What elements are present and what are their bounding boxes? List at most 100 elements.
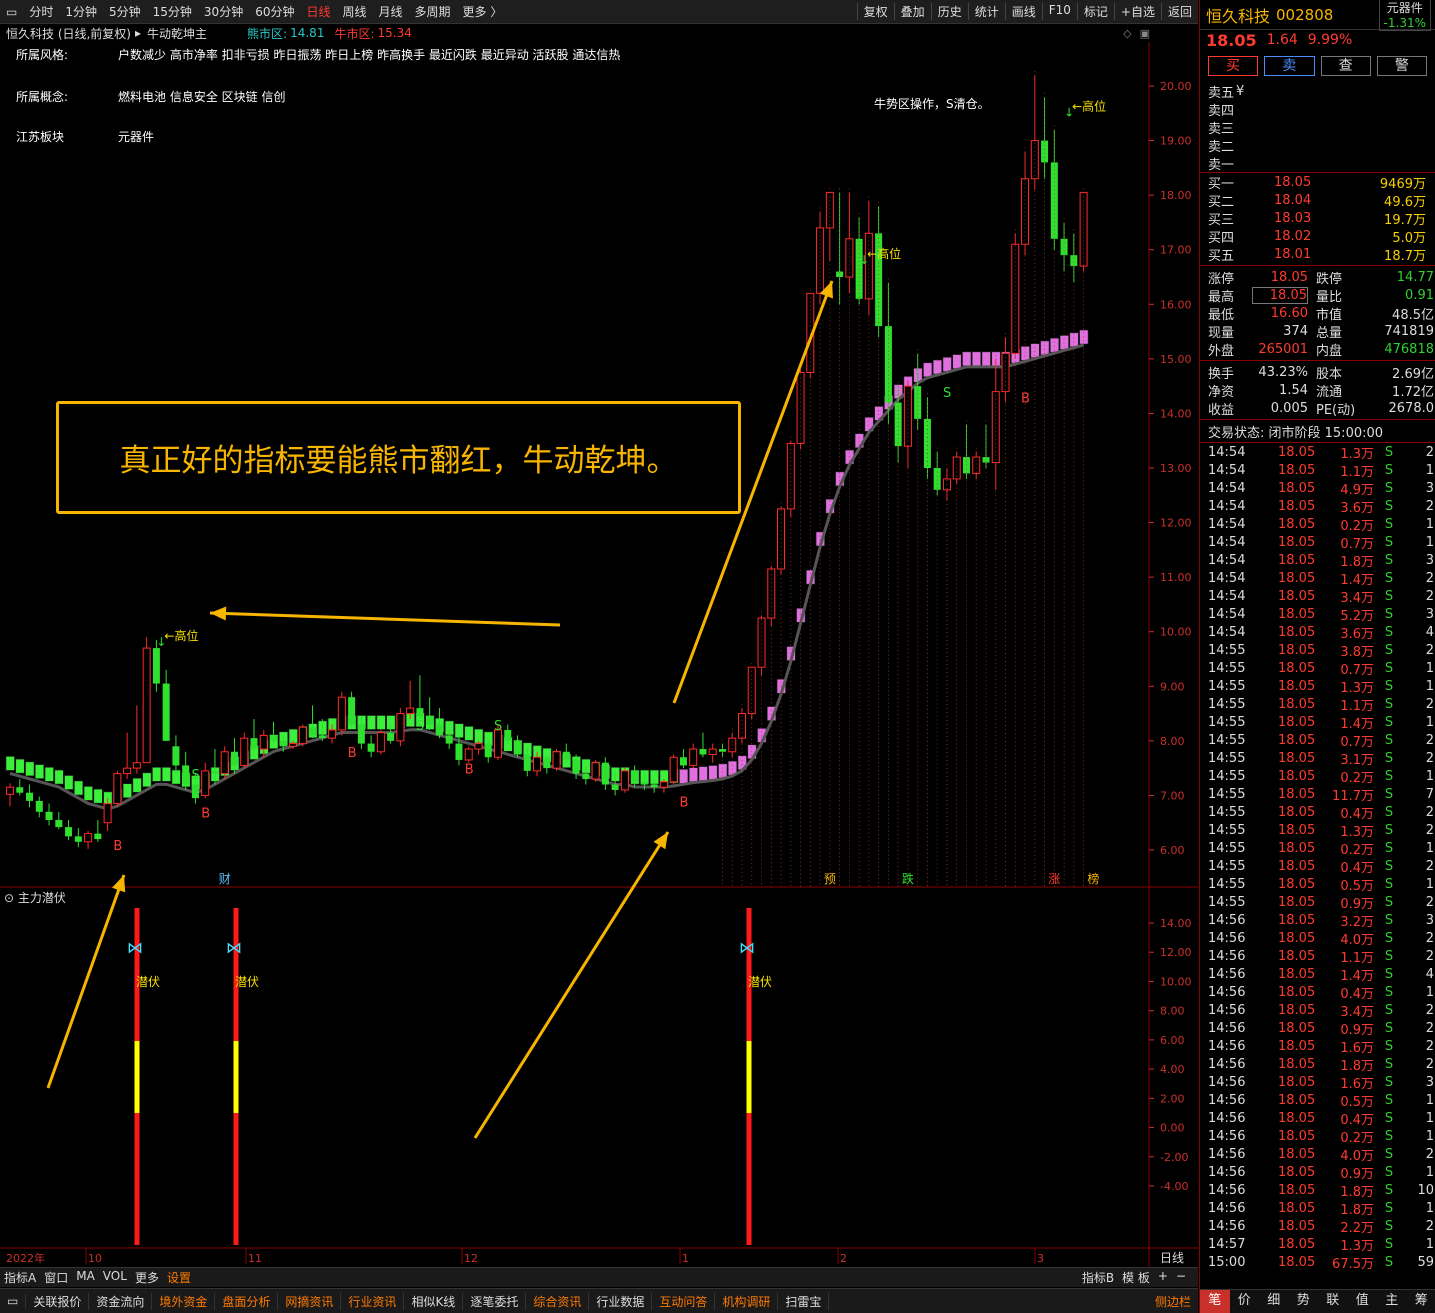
trade-button[interactable]: 卖 <box>1264 56 1315 76</box>
book-row: 卖五 ¥ <box>1200 82 1435 101</box>
trade-row: 14:56 18.05 4.0万 S 2 <box>1208 929 1435 948</box>
period-tab[interactable]: 日线 <box>300 3 336 20</box>
indicator-tab-right[interactable]: − <box>1172 1269 1190 1286</box>
candle-body <box>523 754 531 771</box>
period-tab[interactable]: 5分钟 <box>103 3 147 20</box>
function-tab[interactable]: 综合资讯 <box>526 1292 590 1310</box>
candle-body <box>601 762 609 785</box>
trade-button[interactable]: 警 <box>1376 56 1427 76</box>
period-tab[interactable]: 15分钟 <box>147 3 198 20</box>
panel-tab[interactable]: 笔 <box>1200 1290 1230 1313</box>
book-price: 18.04 <box>1274 192 1312 208</box>
function-tab[interactable]: 行业资讯 <box>341 1292 405 1310</box>
diamond-icon[interactable]: ◇ <box>1123 27 1131 40</box>
candle-body <box>699 749 707 755</box>
indicator-tab[interactable]: 设置 <box>163 1269 195 1286</box>
panel-toggle-icon[interactable]: ▭ <box>0 1294 27 1308</box>
stat-value: 18.05 <box>1252 286 1308 304</box>
period-tab[interactable]: 更多 〉 <box>457 3 509 20</box>
function-tab[interactable]: 关联报价 <box>26 1292 90 1310</box>
indicator-tab[interactable]: 窗口 <box>40 1269 72 1286</box>
band-segment <box>83 786 93 801</box>
trade-row: 14:56 18.05 1.8万 S 10 <box>1208 1181 1435 1200</box>
trade-volume: 1.8万 <box>1340 1202 1374 1218</box>
stat-value: 0.005 <box>1270 400 1308 416</box>
indicator-name[interactable]: 牛动乾坤主 <box>147 25 207 42</box>
function-tab[interactable]: 逐笔委托 <box>463 1292 527 1310</box>
toolbar-button[interactable]: F10 <box>1041 3 1077 20</box>
book-price: 18.05 <box>1274 174 1312 190</box>
trade-button[interactable]: 买 <box>1208 56 1259 76</box>
toolbar-button[interactable]: 标记 <box>1076 3 1114 20</box>
trade-time: 14:56 <box>1208 1200 1246 1216</box>
restore-icon[interactable]: ▣ <box>1140 27 1150 40</box>
sub-tick-label: 8.00 <box>1160 1005 1185 1018</box>
indicator-tab[interactable]: 指标A <box>0 1269 40 1286</box>
stat-label: 流通 <box>1316 384 1343 400</box>
collapse-icon[interactable]: ⊙ <box>4 891 14 905</box>
trade-row: 14:56 18.05 0.4万 S 1 <box>1208 983 1435 1002</box>
stat-label: 净资 <box>1208 384 1235 400</box>
period-tab[interactable]: 30分钟 <box>198 3 249 20</box>
tick-list[interactable]: 14:54 18.05 1.3万 S 2 14:54 18.05 1.1万 S 1 14:54 18.… <box>1200 443 1435 1272</box>
book-row: 卖四 <box>1200 100 1435 119</box>
sidebar-button[interactable]: 侧边栏 <box>1148 1293 1198 1310</box>
period-tab[interactable]: 月线 <box>373 3 409 20</box>
period-tab[interactable]: 1分钟 <box>59 3 103 20</box>
indicator-tab[interactable]: MA <box>72 1269 99 1286</box>
period-tab[interactable]: 多周期 <box>409 3 457 20</box>
indicator-tab-right[interactable]: 模 板 <box>1118 1269 1154 1286</box>
window-menu-icon[interactable]: ▭ <box>0 5 23 19</box>
period-tab[interactable]: 60分钟 <box>249 3 300 20</box>
panel-tab[interactable]: 值 <box>1348 1290 1378 1313</box>
trade-button[interactable]: 查 <box>1320 56 1371 76</box>
panel-tab[interactable]: 势 <box>1289 1290 1319 1313</box>
toolbar-button[interactable]: 历史 <box>930 3 968 20</box>
period-tab[interactable]: 分时 <box>23 3 59 20</box>
trade-count: 2 <box>1425 1146 1434 1162</box>
toolbar-button[interactable]: 叠加 <box>893 3 931 20</box>
indicator-tab-right[interactable]: 指标B <box>1078 1269 1118 1286</box>
function-tab[interactable]: 机构调研 <box>715 1292 779 1310</box>
trade-side: S <box>1384 1092 1394 1108</box>
period-tab[interactable]: 周线 <box>337 3 373 20</box>
function-tab[interactable]: 互动问答 <box>652 1292 716 1310</box>
price-tick-label: 11.00 <box>1160 571 1192 584</box>
panel-tab[interactable]: 主 <box>1377 1290 1407 1313</box>
stat-label: 跌停 <box>1316 271 1343 287</box>
kline-chart[interactable]: 20.0019.0018.0017.0016.0015.0014.0013.00… <box>0 42 1198 1267</box>
candle-body <box>708 748 717 755</box>
candle-body <box>894 402 902 447</box>
function-tab[interactable]: 境外资金 <box>152 1292 216 1310</box>
trade-time: 14:55 <box>1208 750 1246 766</box>
panel-tab[interactable]: 筹 <box>1407 1290 1435 1313</box>
trade-row: 14:56 18.05 1.6万 S 2 <box>1208 1037 1435 1056</box>
indicator-tab-right[interactable]: + <box>1154 1269 1172 1286</box>
indicator-tab[interactable]: 更多 <box>131 1269 163 1286</box>
panel-tab[interactable]: 细 <box>1259 1290 1289 1313</box>
function-tab[interactable]: 相似K线 <box>404 1292 464 1310</box>
stat-value: 48.5亿 <box>1392 307 1434 323</box>
function-tab[interactable]: 网摘资讯 <box>278 1292 342 1310</box>
function-tab[interactable]: 扫雷宝 <box>778 1292 830 1310</box>
trade-time: 14:56 <box>1208 1038 1246 1054</box>
band-segment <box>5 756 15 771</box>
indicator-name-icon[interactable]: ▸ <box>135 26 141 40</box>
toolbar-button[interactable]: 返回 <box>1160 3 1198 20</box>
stat-value: 43.23% <box>1258 364 1308 380</box>
sector-name[interactable]: 元器件 <box>1384 0 1426 16</box>
period-label: 日线 <box>1160 1251 1184 1265</box>
toolbar-button[interactable]: +自选 <box>1113 3 1161 20</box>
panel-tab[interactable]: 价 <box>1230 1290 1260 1313</box>
trade-count: 1 <box>1425 768 1434 784</box>
price-tick-label: 9.00 <box>1160 680 1185 693</box>
indicator-tab[interactable]: VOL <box>99 1269 131 1286</box>
panel-tab[interactable]: 联 <box>1318 1290 1348 1313</box>
trade-volume: 0.4万 <box>1340 860 1374 876</box>
function-tab[interactable]: 资金流向 <box>89 1292 153 1310</box>
toolbar-button[interactable]: 画线 <box>1004 3 1042 20</box>
toolbar-button[interactable]: 统计 <box>967 3 1005 20</box>
toolbar-button[interactable]: 复权 <box>856 3 894 20</box>
function-tab[interactable]: 行业数据 <box>589 1292 653 1310</box>
function-tab[interactable]: 盘面分析 <box>215 1292 279 1310</box>
